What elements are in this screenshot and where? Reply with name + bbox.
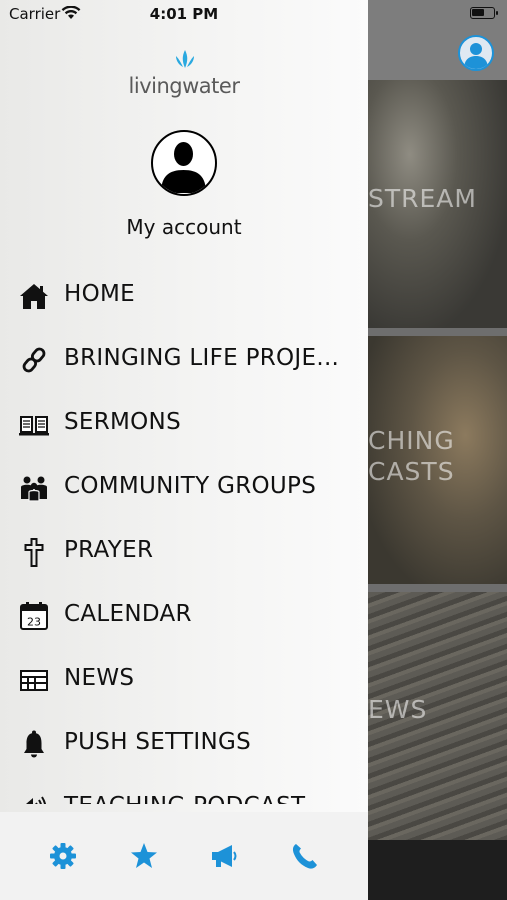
drawer-bottom-bar [0,812,368,900]
tile-teaching-label-line1: CHING [368,426,455,455]
tile-news-label: EWS [368,695,428,724]
cross-icon [18,537,50,567]
menu-label-push-settings: PUSH SETTINGS [64,729,252,755]
menu-label-home: HOME [64,281,135,307]
star-icon[interactable] [128,840,160,872]
tile-news[interactable]: EWS [368,592,507,840]
profile-icon[interactable] [458,35,494,71]
tile-divider [368,584,507,592]
drawer-menu: HOME BRINGING LIFE PROJE... SERMONS COMM… [0,264,368,804]
menu-label-calendar: CALENDAR [64,601,192,627]
menu-label-sermons: SERMONS [64,409,181,435]
tile-livestream[interactable]: STREAM [368,80,507,328]
menu-label-news: NEWS [64,665,135,691]
water-drops-icon [176,50,194,68]
menu-label-teaching-podcast: TEACHING PODCAST [64,793,305,804]
my-account-label[interactable]: My account [0,215,368,239]
tile-teaching-podcasts[interactable]: CHING CASTS [368,336,507,584]
menu-item-push-settings[interactable]: PUSH SETTINGS [0,712,368,776]
home-icon [18,281,50,311]
menu-item-calendar[interactable]: 23 CALENDAR [0,584,368,648]
app-logo: livingwater [0,48,368,98]
tile-livestream-label: STREAM [368,184,477,213]
menu-item-news[interactable]: NEWS [0,648,368,712]
clock: 4:01 PM [149,5,219,23]
link-icon [18,345,50,375]
avatar[interactable] [151,130,217,196]
menu-label-prayer: PRAYER [64,537,154,563]
menu-item-teaching-podcast[interactable]: TEACHING PODCAST [0,776,368,804]
menu-item-community-groups[interactable]: COMMUNITY GROUPS [0,456,368,520]
speaker-icon [18,793,50,804]
logo-text: livingwater [128,74,240,98]
side-drawer: livingwater My account HOME BRINGING LIF… [0,0,368,900]
calendar-icon: 23 [18,601,50,631]
battery-icon [470,7,498,19]
menu-item-bringing-life-project[interactable]: BRINGING LIFE PROJE... [0,328,368,392]
calendar-day-number: 23 [27,616,41,629]
status-bar: Carrier 4:01 PM [0,0,507,28]
menu-item-home[interactable]: HOME [0,264,368,328]
phone-icon[interactable] [289,840,321,872]
gear-icon[interactable] [47,840,79,872]
group-icon [18,473,50,503]
menu-item-prayer[interactable]: PRAYER [0,520,368,584]
tile-teaching-label-line2: CASTS [368,457,455,486]
news-icon [18,665,50,695]
menu-label-bringing-life-project: BRINGING LIFE PROJE... [64,345,340,371]
megaphone-icon[interactable] [208,840,240,872]
bell-icon [18,729,50,759]
menu-label-community-groups: COMMUNITY GROUPS [64,473,317,499]
tile-divider [368,328,507,336]
book-icon [18,409,50,439]
menu-item-sermons[interactable]: SERMONS [0,392,368,456]
